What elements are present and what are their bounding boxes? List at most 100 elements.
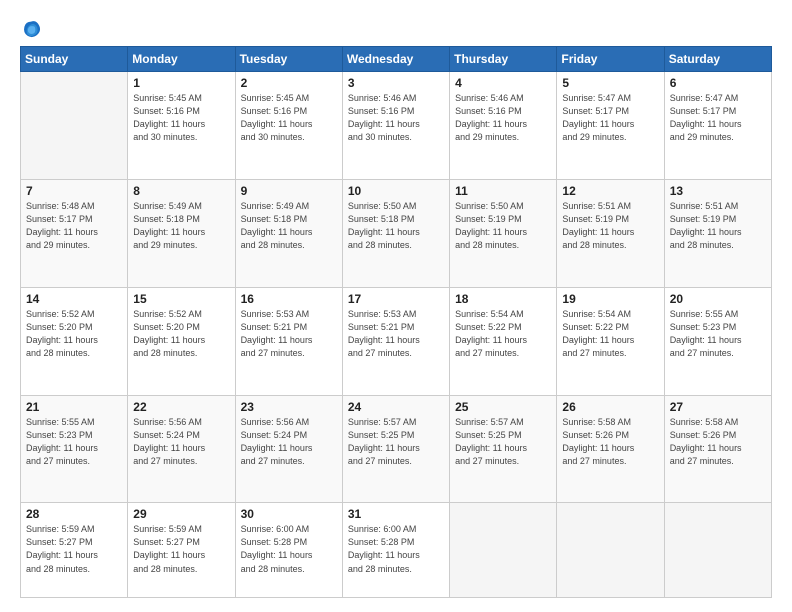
day-number: 16 bbox=[241, 292, 337, 306]
calendar-cell: 12 Sunrise: 5:51 AMSunset: 5:19 PMDayligh… bbox=[557, 179, 664, 287]
calendar-cell: 14Sunrise: 5:52 AMSunset: 5:20 PMDayligh… bbox=[21, 287, 128, 395]
day-number: 27 bbox=[670, 400, 766, 414]
day-number: 24 bbox=[348, 400, 444, 414]
calendar-cell: 13 Sunrise: 5:51 AMSunset: 5:19 PMDayligh… bbox=[664, 179, 771, 287]
day-number: 19 bbox=[562, 292, 658, 306]
day-number: 9 bbox=[241, 184, 337, 198]
header bbox=[20, 18, 772, 40]
day-detail: Sunrise: 5:57 AMSunset: 5:25 PMDaylight:… bbox=[348, 416, 444, 468]
day-detail: Sunrise: 5:56 AMSunset: 5:24 PMDaylight:… bbox=[133, 416, 229, 468]
day-detail: Sunrise: 5:51 AMSunset: 5:19 PMDaylight:… bbox=[670, 200, 766, 252]
calendar-week-row: 7Sunrise: 5:48 AMSunset: 5:17 PMDaylight… bbox=[21, 179, 772, 287]
day-detail: Sunrise: 6:00 AMSunset: 5:28 PMDaylight:… bbox=[348, 523, 444, 575]
day-detail: Sunrise: 5:53 AMSunset: 5:21 PMDaylight:… bbox=[241, 308, 337, 360]
day-detail: Sunrise: 5:57 AMSunset: 5:25 PMDaylight:… bbox=[455, 416, 551, 468]
logo bbox=[20, 18, 46, 40]
day-header-wednesday: Wednesday bbox=[342, 47, 449, 72]
calendar-cell: 5 Sunrise: 5:47 AMSunset: 5:17 PMDaylight… bbox=[557, 72, 664, 180]
calendar-cell: 28 Sunrise: 5:59 AMSunset: 5:27 PMDayligh… bbox=[21, 503, 128, 598]
day-number: 20 bbox=[670, 292, 766, 306]
day-number: 12 bbox=[562, 184, 658, 198]
day-header-thursday: Thursday bbox=[450, 47, 557, 72]
calendar-cell: 25 Sunrise: 5:57 AMSunset: 5:25 PMDayligh… bbox=[450, 395, 557, 503]
day-number: 3 bbox=[348, 76, 444, 90]
calendar-cell: 24 Sunrise: 5:57 AMSunset: 5:25 PMDayligh… bbox=[342, 395, 449, 503]
day-detail: Sunrise: 5:55 AMSunset: 5:23 PMDaylight:… bbox=[26, 416, 122, 468]
day-header-friday: Friday bbox=[557, 47, 664, 72]
calendar-cell: 31 Sunrise: 6:00 AMSunset: 5:28 PMDayligh… bbox=[342, 503, 449, 598]
day-number: 17 bbox=[348, 292, 444, 306]
day-number: 10 bbox=[348, 184, 444, 198]
day-detail: Sunrise: 5:54 AMSunset: 5:22 PMDaylight:… bbox=[562, 308, 658, 360]
calendar-cell: 23Sunrise: 5:56 AMSunset: 5:24 PMDayligh… bbox=[235, 395, 342, 503]
calendar-cell: 18 Sunrise: 5:54 AMSunset: 5:22 PMDayligh… bbox=[450, 287, 557, 395]
calendar-cell: 6Sunrise: 5:47 AMSunset: 5:17 PMDaylight… bbox=[664, 72, 771, 180]
day-detail: Sunrise: 5:49 AMSunset: 5:18 PMDaylight:… bbox=[241, 200, 337, 252]
day-number: 13 bbox=[670, 184, 766, 198]
calendar-cell: 27 Sunrise: 5:58 AMSunset: 5:26 PMDayligh… bbox=[664, 395, 771, 503]
calendar-cell: 26 Sunrise: 5:58 AMSunset: 5:26 PMDayligh… bbox=[557, 395, 664, 503]
day-number: 25 bbox=[455, 400, 551, 414]
day-number: 4 bbox=[455, 76, 551, 90]
calendar-cell: 22 Sunrise: 5:56 AMSunset: 5:24 PMDayligh… bbox=[128, 395, 235, 503]
day-detail: Sunrise: 5:45 AMSunset: 5:16 PMDaylight:… bbox=[241, 92, 337, 144]
day-detail: Sunrise: 5:49 AMSunset: 5:18 PMDaylight:… bbox=[133, 200, 229, 252]
day-detail: Sunrise: 5:53 AMSunset: 5:21 PMDaylight:… bbox=[348, 308, 444, 360]
day-detail: Sunrise: 5:56 AMSunset: 5:24 PMDaylight:… bbox=[241, 416, 337, 468]
calendar-cell: 1 Sunrise: 5:45 AMSunset: 5:16 PMDaylight… bbox=[128, 72, 235, 180]
calendar-cell: 7Sunrise: 5:48 AMSunset: 5:17 PMDaylight… bbox=[21, 179, 128, 287]
calendar-cell: 19 Sunrise: 5:54 AMSunset: 5:22 PMDayligh… bbox=[557, 287, 664, 395]
calendar-cell bbox=[557, 503, 664, 598]
calendar-cell: 21Sunrise: 5:55 AMSunset: 5:23 PMDayligh… bbox=[21, 395, 128, 503]
day-number: 29 bbox=[133, 507, 229, 521]
day-number: 22 bbox=[133, 400, 229, 414]
calendar-cell: 4 Sunrise: 5:46 AMSunset: 5:16 PMDaylight… bbox=[450, 72, 557, 180]
day-detail: Sunrise: 5:59 AMSunset: 5:27 PMDaylight:… bbox=[133, 523, 229, 575]
day-detail: Sunrise: 5:54 AMSunset: 5:22 PMDaylight:… bbox=[455, 308, 551, 360]
day-detail: Sunrise: 5:47 AMSunset: 5:17 PMDaylight:… bbox=[562, 92, 658, 144]
calendar-header-row: SundayMondayTuesdayWednesdayThursdayFrid… bbox=[21, 47, 772, 72]
calendar-cell bbox=[21, 72, 128, 180]
day-detail: Sunrise: 5:52 AMSunset: 5:20 PMDaylight:… bbox=[26, 308, 122, 360]
calendar-cell: 30Sunrise: 6:00 AMSunset: 5:28 PMDayligh… bbox=[235, 503, 342, 598]
page: SundayMondayTuesdayWednesdayThursdayFrid… bbox=[0, 0, 792, 612]
day-header-tuesday: Tuesday bbox=[235, 47, 342, 72]
day-detail: Sunrise: 5:46 AMSunset: 5:16 PMDaylight:… bbox=[455, 92, 551, 144]
calendar-cell: 17 Sunrise: 5:53 AMSunset: 5:21 PMDayligh… bbox=[342, 287, 449, 395]
calendar-cell: 2 Sunrise: 5:45 AMSunset: 5:16 PMDaylight… bbox=[235, 72, 342, 180]
calendar-table: SundayMondayTuesdayWednesdayThursdayFrid… bbox=[20, 46, 772, 598]
day-detail: Sunrise: 5:51 AMSunset: 5:19 PMDaylight:… bbox=[562, 200, 658, 252]
calendar-cell: 20 Sunrise: 5:55 AMSunset: 5:23 PMDayligh… bbox=[664, 287, 771, 395]
day-number: 1 bbox=[133, 76, 229, 90]
calendar-cell: 15Sunrise: 5:52 AMSunset: 5:20 PMDayligh… bbox=[128, 287, 235, 395]
day-detail: Sunrise: 5:58 AMSunset: 5:26 PMDaylight:… bbox=[670, 416, 766, 468]
calendar-week-row: 14Sunrise: 5:52 AMSunset: 5:20 PMDayligh… bbox=[21, 287, 772, 395]
day-number: 15 bbox=[133, 292, 229, 306]
day-number: 30 bbox=[241, 507, 337, 521]
day-detail: Sunrise: 5:45 AMSunset: 5:16 PMDaylight:… bbox=[133, 92, 229, 144]
day-detail: Sunrise: 5:59 AMSunset: 5:27 PMDaylight:… bbox=[26, 523, 122, 575]
calendar-cell bbox=[450, 503, 557, 598]
day-number: 26 bbox=[562, 400, 658, 414]
day-number: 7 bbox=[26, 184, 122, 198]
calendar-week-row: 21Sunrise: 5:55 AMSunset: 5:23 PMDayligh… bbox=[21, 395, 772, 503]
calendar-cell bbox=[664, 503, 771, 598]
day-header-saturday: Saturday bbox=[664, 47, 771, 72]
calendar-week-row: 28 Sunrise: 5:59 AMSunset: 5:27 PMDayligh… bbox=[21, 503, 772, 598]
day-detail: Sunrise: 5:47 AMSunset: 5:17 PMDaylight:… bbox=[670, 92, 766, 144]
day-detail: Sunrise: 5:46 AMSunset: 5:16 PMDaylight:… bbox=[348, 92, 444, 144]
calendar-cell: 29 Sunrise: 5:59 AMSunset: 5:27 PMDayligh… bbox=[128, 503, 235, 598]
calendar-cell: 8 Sunrise: 5:49 AMSunset: 5:18 PMDaylight… bbox=[128, 179, 235, 287]
day-number: 5 bbox=[562, 76, 658, 90]
day-number: 28 bbox=[26, 507, 122, 521]
day-detail: Sunrise: 5:58 AMSunset: 5:26 PMDaylight:… bbox=[562, 416, 658, 468]
day-header-sunday: Sunday bbox=[21, 47, 128, 72]
day-number: 8 bbox=[133, 184, 229, 198]
calendar-cell: 11Sunrise: 5:50 AMSunset: 5:19 PMDayligh… bbox=[450, 179, 557, 287]
calendar-cell: 3 Sunrise: 5:46 AMSunset: 5:16 PMDaylight… bbox=[342, 72, 449, 180]
day-number: 2 bbox=[241, 76, 337, 90]
day-detail: Sunrise: 5:55 AMSunset: 5:23 PMDaylight:… bbox=[670, 308, 766, 360]
day-number: 18 bbox=[455, 292, 551, 306]
day-number: 31 bbox=[348, 507, 444, 521]
day-header-monday: Monday bbox=[128, 47, 235, 72]
